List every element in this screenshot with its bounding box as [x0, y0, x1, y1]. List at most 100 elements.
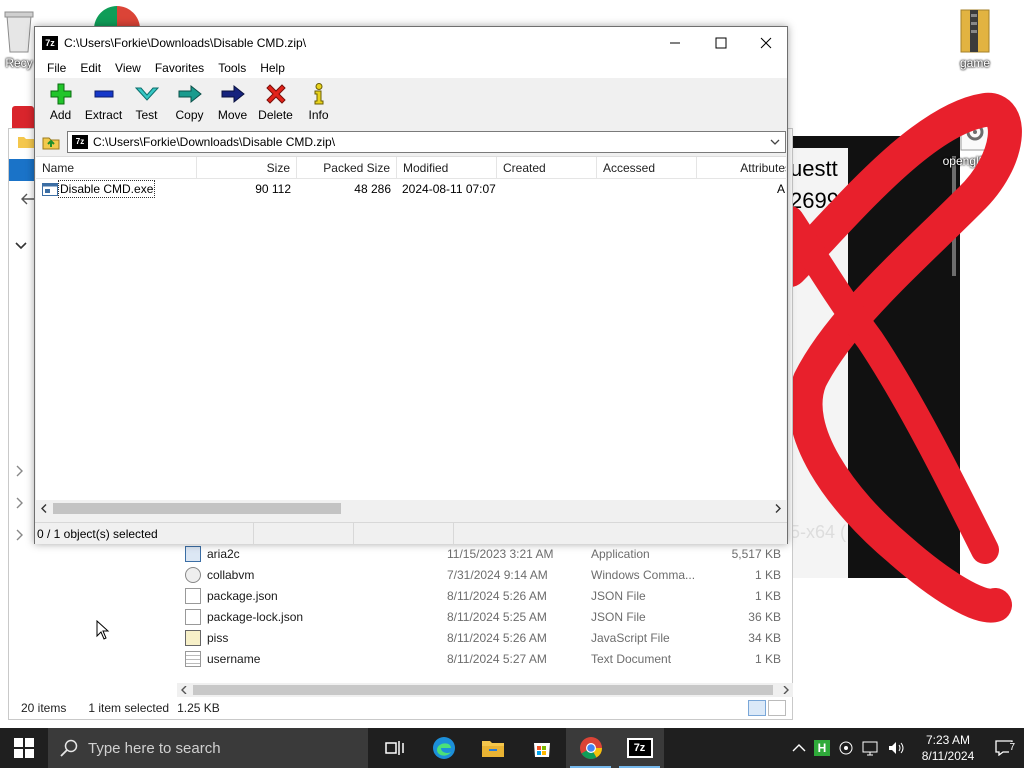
- network-icon[interactable]: [862, 740, 880, 756]
- clock[interactable]: 7:23 AM 8/11/2024: [912, 732, 984, 764]
- file-row[interactable]: package.json 8/11/2024 5:26 AM JSON File…: [185, 585, 785, 606]
- file-name: collabvm: [207, 567, 255, 582]
- tray-app-h-icon[interactable]: H: [814, 740, 830, 756]
- column-size[interactable]: Size: [197, 157, 297, 179]
- window-title: C:\Users\Forkie\Downloads\Disable CMD.zi…: [64, 35, 307, 50]
- task-view-button[interactable]: [370, 728, 419, 768]
- extract-button-label: Extract: [84, 108, 123, 122]
- delete-button[interactable]: Delete: [254, 78, 297, 128]
- file-row[interactable]: piss 8/11/2024 5:26 AM JavaScript File 3…: [185, 627, 785, 648]
- red-scribble: [780, 92, 1022, 623]
- archive-file-list: Name Size Packed Size Modified Created A…: [36, 156, 786, 517]
- taskbar-edge[interactable]: [419, 728, 468, 768]
- volume-icon[interactable]: [888, 740, 906, 756]
- menu-favorites[interactable]: Favorites: [148, 61, 211, 75]
- chevron-down-icon[interactable]: [15, 241, 27, 251]
- add-button-label: Add: [49, 108, 72, 122]
- copy-button[interactable]: Copy: [168, 78, 211, 128]
- archive-row[interactable]: Disable CMD.exe 90 112 48 286 2024-08-11…: [36, 180, 786, 199]
- exe-file-icon: [42, 183, 58, 196]
- test-check-icon: [134, 87, 159, 101]
- menu-file[interactable]: File: [40, 61, 73, 75]
- scrollbar-thumb[interactable]: [53, 503, 341, 514]
- chevron-down-icon[interactable]: [770, 138, 780, 146]
- taskbar-chrome[interactable]: [566, 728, 615, 768]
- test-button[interactable]: Test: [125, 78, 168, 128]
- file-type: JSON File: [591, 609, 646, 624]
- chevron-right-icon[interactable]: [15, 529, 25, 541]
- desktop-icon-game[interactable]: game: [938, 8, 1012, 70]
- scroll-left-icon[interactable]: [180, 686, 188, 694]
- explorer-ribbon-file-tab[interactable]: [9, 159, 37, 181]
- column-attributes[interactable]: Attributes: [697, 157, 786, 179]
- archive-row-modified: 2024-08-11 07:07: [402, 182, 496, 196]
- archive-horizontal-scrollbar[interactable]: [36, 500, 786, 517]
- file-type: JavaScript File: [591, 630, 670, 645]
- file-modified: 8/11/2024 5:26 AM: [447, 630, 547, 645]
- taskbar-search-box[interactable]: Type here to search: [48, 728, 368, 768]
- scroll-right-icon[interactable]: [782, 686, 790, 694]
- windows-logo-icon: [14, 738, 34, 758]
- large-icons-view-button[interactable]: [768, 700, 786, 716]
- column-modified[interactable]: Modified: [397, 157, 497, 179]
- column-name[interactable]: Name: [36, 157, 197, 179]
- move-button[interactable]: Move: [211, 78, 254, 128]
- add-button[interactable]: Add: [39, 78, 82, 128]
- copy-button-label: Copy: [175, 108, 204, 122]
- info-button[interactable]: Info: [297, 78, 340, 128]
- extract-button[interactable]: Extract: [82, 78, 125, 128]
- file-type: JSON File: [591, 588, 646, 603]
- column-created[interactable]: Created: [497, 157, 597, 179]
- folder-icon: [18, 137, 34, 148]
- 7zip-archive-icon: 7z: [72, 135, 88, 149]
- selected-size: 1.25 KB: [177, 701, 220, 715]
- show-hidden-icons-icon[interactable]: [792, 743, 806, 753]
- file-row[interactable]: username 8/11/2024 5:27 AM Text Document…: [185, 648, 785, 669]
- column-packed-size[interactable]: Packed Size: [297, 157, 397, 179]
- zip-folder-icon: [960, 9, 990, 53]
- address-input[interactable]: 7z C:\Users\Forkie\Downloads\Disable CMD…: [67, 131, 786, 153]
- toolbar: Add Extract Test Copy Move Delete Info: [35, 78, 787, 128]
- title-bar[interactable]: 7z C:\Users\Forkie\Downloads\Disable CMD…: [35, 27, 787, 58]
- chrome-icon: [579, 737, 602, 759]
- menu-help[interactable]: Help: [253, 61, 292, 75]
- extract-minus-icon: [94, 90, 113, 98]
- maximize-button[interactable]: [698, 27, 744, 58]
- archive-row-created: [502, 180, 602, 199]
- menu-tools[interactable]: Tools: [211, 61, 253, 75]
- taskbar-file-explorer[interactable]: [468, 728, 517, 768]
- notifications-button[interactable]: 7: [984, 728, 1024, 768]
- start-button[interactable]: [0, 728, 48, 768]
- chevron-right-icon[interactable]: [15, 497, 25, 509]
- column-accessed[interactable]: Accessed: [597, 157, 697, 179]
- archive-row-size: 90 112: [255, 182, 291, 196]
- json-file-icon: [185, 587, 201, 604]
- close-button[interactable]: [743, 27, 789, 58]
- scroll-left-icon[interactable]: [40, 504, 48, 513]
- menu-edit[interactable]: Edit: [73, 61, 108, 75]
- back-arrow-icon[interactable]: [21, 193, 35, 205]
- explorer-horizontal-scrollbar[interactable]: [177, 683, 793, 697]
- folder-up-icon: [42, 137, 60, 150]
- archive-row-attributes: A: [776, 182, 785, 196]
- details-view-button[interactable]: [748, 700, 766, 716]
- scroll-right-icon[interactable]: [774, 504, 782, 513]
- file-row[interactable]: collabvm 7/31/2024 9:14 AM Windows Comma…: [185, 564, 785, 585]
- item-count: 20 items: [21, 701, 67, 715]
- file-row[interactable]: package-lock.json 8/11/2024 5:25 AM JSON…: [185, 606, 785, 627]
- up-folder-button[interactable]: [38, 131, 64, 153]
- taskbar-store[interactable]: [517, 728, 566, 768]
- minimize-button[interactable]: [652, 27, 698, 58]
- tray-device-icon[interactable]: [838, 740, 854, 756]
- test-button-label: Test: [135, 108, 158, 122]
- taskbar-7zip[interactable]: 7z: [615, 728, 664, 768]
- mouse-cursor-icon: [96, 620, 110, 640]
- chevron-right-icon[interactable]: [15, 465, 25, 477]
- file-type: Application: [591, 546, 650, 561]
- scrollbar-thumb[interactable]: [193, 685, 773, 695]
- status-bar: 0 / 1 object(s) selected: [35, 522, 787, 545]
- delete-button-label: Delete: [258, 108, 293, 122]
- system-tray: H 7:23 AM 8/11/2024 7: [792, 728, 1024, 768]
- menu-view[interactable]: View: [108, 61, 148, 75]
- file-row[interactable]: aria2c 11/15/2023 3:21 AM Application 5,…: [185, 543, 785, 564]
